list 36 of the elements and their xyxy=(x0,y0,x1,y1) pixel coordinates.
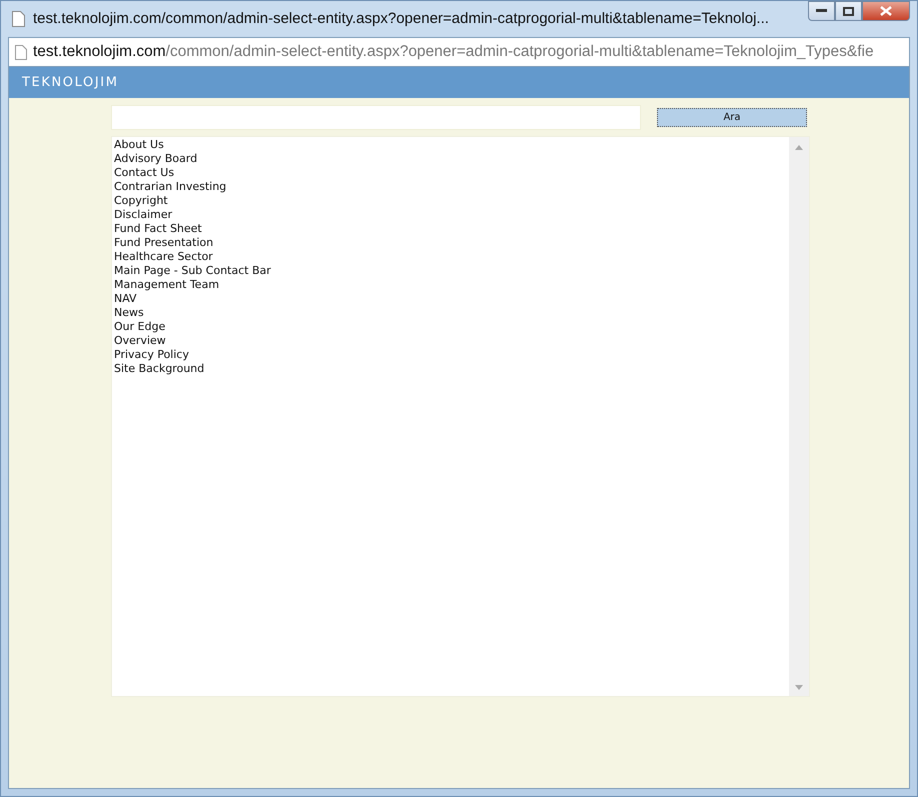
list-item[interactable]: Overview xyxy=(114,334,787,348)
logo: TEKNOLOJIM xyxy=(22,74,119,92)
list-item[interactable]: Healthcare Sector xyxy=(114,250,787,264)
window-title: test.teknolojim.com/common/admin-select-entity.aspx?opener=admin-catprogorial-multi&tablename=Teknoloj... xyxy=(33,8,770,29)
maximize-icon xyxy=(843,6,854,16)
page-icon xyxy=(15,44,27,60)
search-button[interactable]: Ara xyxy=(657,108,807,127)
list-item[interactable]: Management Team xyxy=(114,278,787,292)
list-item[interactable]: News xyxy=(114,306,787,320)
url-path: /common/admin-select-entity.aspx?opener=admin-catprogorial-multi&tablename=Teknolojim_Types&fie xyxy=(166,43,874,60)
list-item[interactable]: Site Background xyxy=(114,362,787,376)
list-item[interactable]: Main Page - Sub Contact Bar xyxy=(114,264,787,278)
list-item[interactable]: Contrarian Investing xyxy=(114,180,787,194)
list-item[interactable]: NAV xyxy=(114,292,787,306)
scrollbar[interactable] xyxy=(789,137,809,696)
maximize-button[interactable] xyxy=(835,1,862,21)
scroll-down-icon[interactable] xyxy=(795,685,803,690)
list-item[interactable]: Fund Fact Sheet xyxy=(114,222,787,236)
list-box[interactable] xyxy=(111,136,810,697)
address-bar[interactable]: test.teknolojim.com/common/admin-select-entity.aspx?opener=admin-catprogorial-multi&tablename=Teknolojim_Types&fie xyxy=(8,37,910,67)
search-field[interactable] xyxy=(111,105,641,130)
list-item[interactable]: Advisory Board xyxy=(114,152,787,166)
close-button[interactable] xyxy=(862,1,910,21)
list-item[interactable]: Disclaimer xyxy=(114,208,787,222)
list-item[interactable]: Contact Us xyxy=(114,166,787,180)
minimize-icon xyxy=(816,9,827,13)
page-icon xyxy=(12,11,25,27)
close-icon xyxy=(880,6,892,16)
list-item[interactable]: About Us xyxy=(114,138,787,152)
list-item[interactable]: Fund Presentation xyxy=(114,236,787,250)
minimize-button[interactable] xyxy=(808,1,835,21)
scroll-up-icon[interactable] xyxy=(795,145,803,150)
list-item[interactable]: Privacy Policy xyxy=(114,348,787,362)
list-item[interactable]: Copyright xyxy=(114,194,787,208)
list-item[interactable]: Our Edge xyxy=(114,320,787,334)
url-host: test.teknolojim.com xyxy=(33,43,166,60)
